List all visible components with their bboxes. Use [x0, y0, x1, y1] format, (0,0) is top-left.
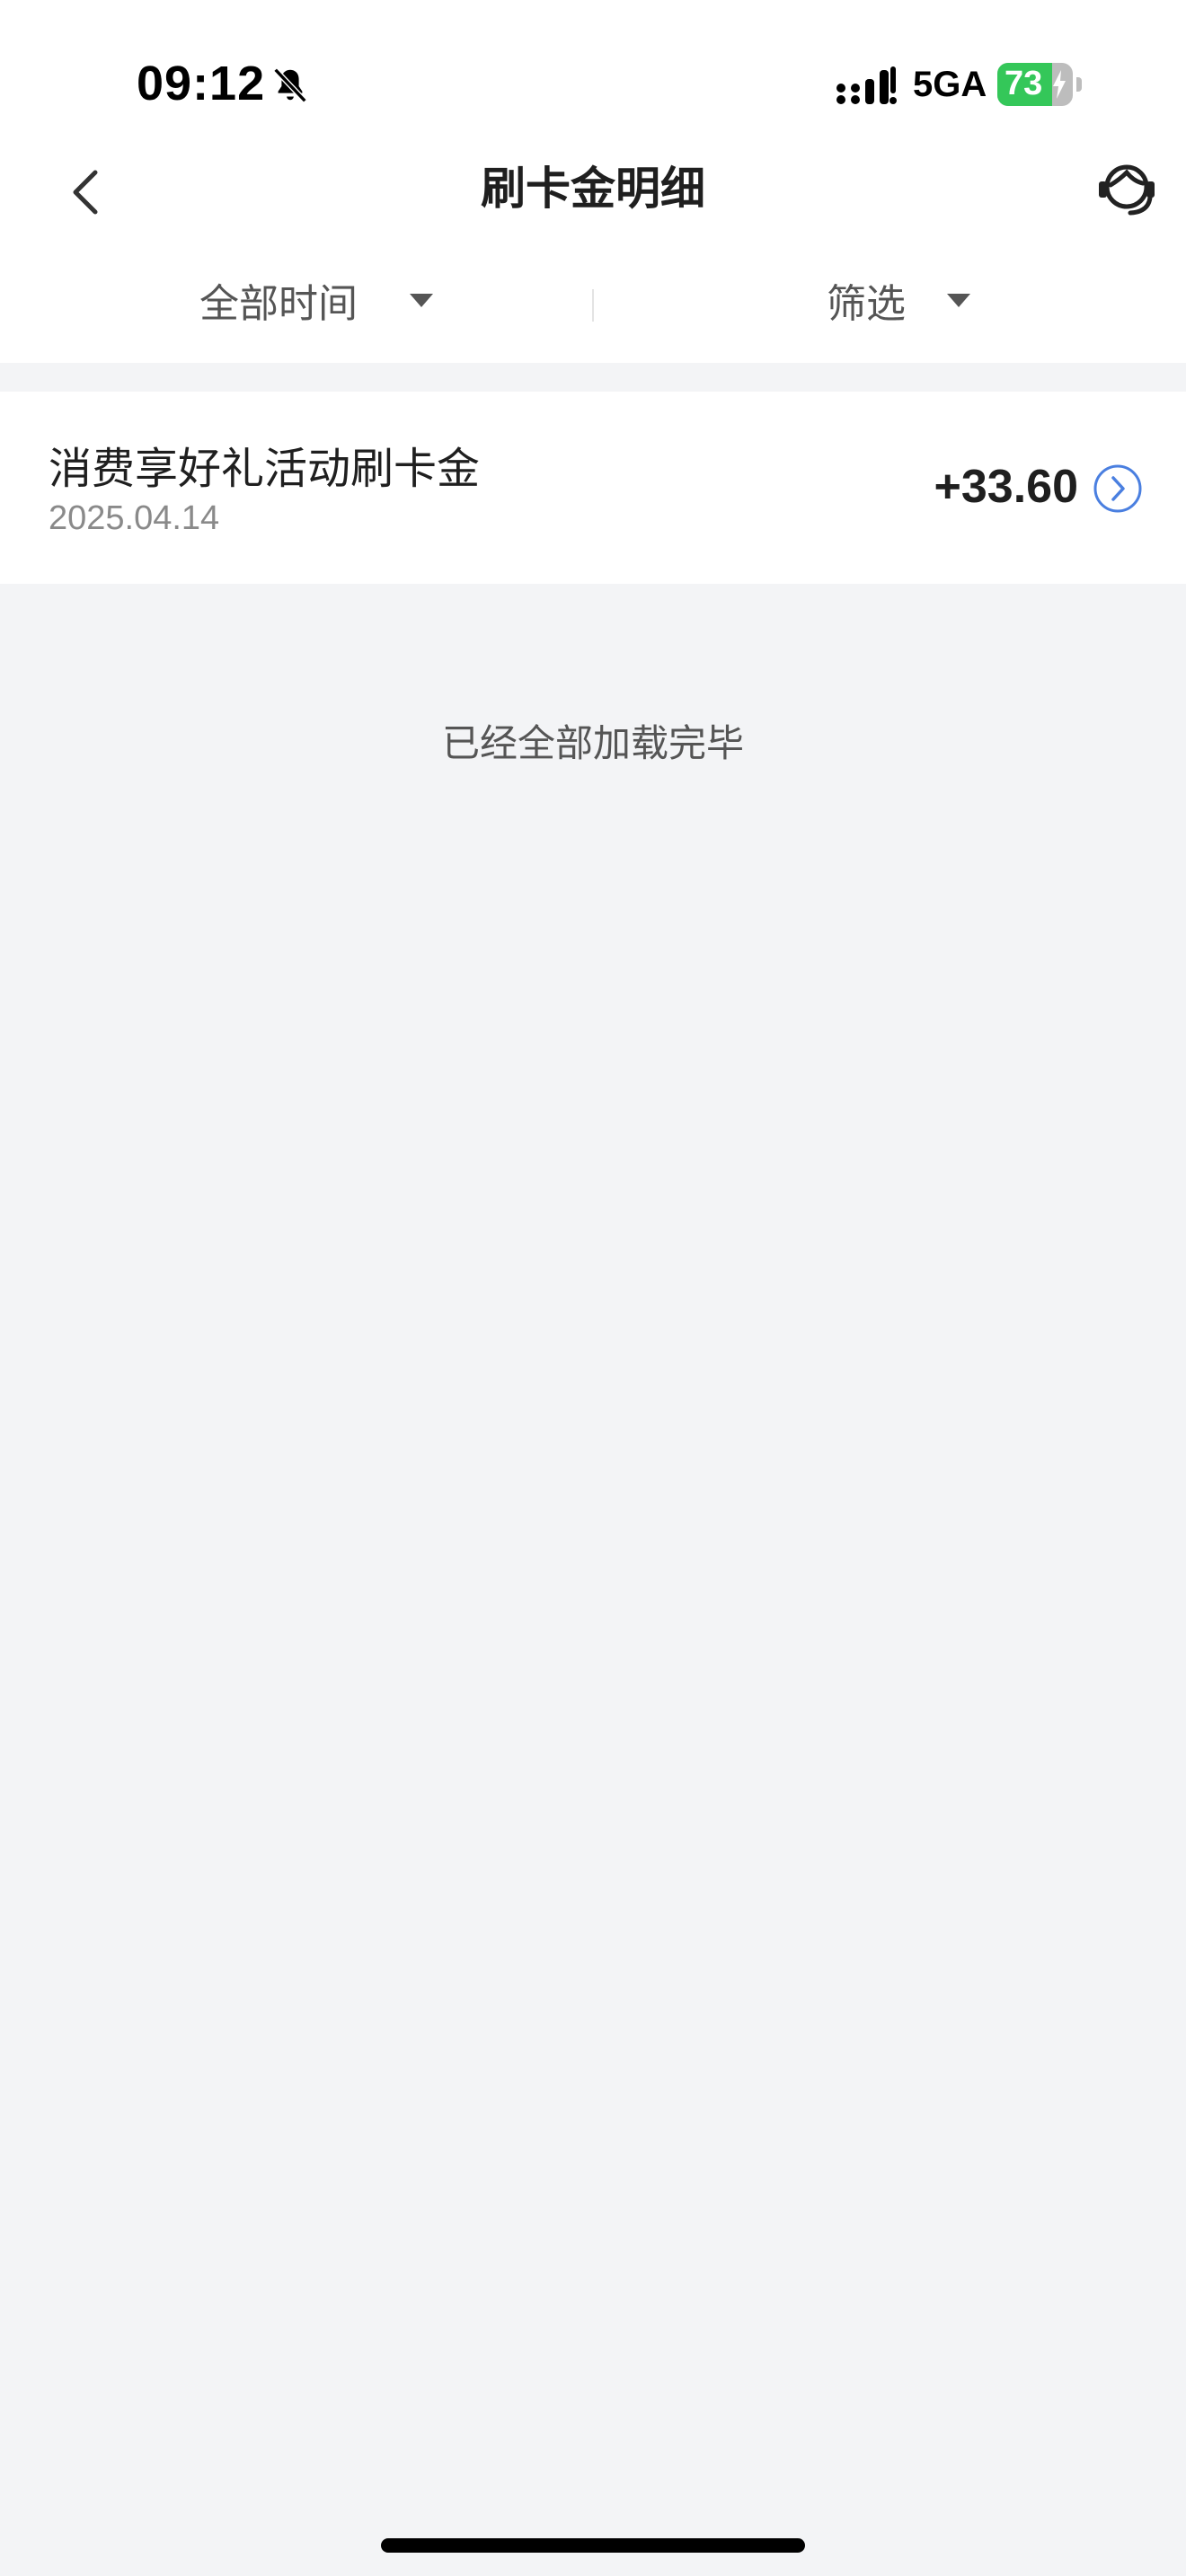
caret-down-icon — [947, 293, 970, 307]
chevron-right-circle-icon[interactable] — [1093, 463, 1143, 514]
battery-level: 73 — [1005, 65, 1043, 102]
record-date: 2025.04.14 — [49, 499, 220, 537]
network-label: 5GA — [913, 65, 987, 104]
filter-bar: 全部时间 筛选 — [0, 260, 1186, 347]
screen-filter-dropdown[interactable]: 筛选 — [827, 273, 970, 327]
page-title: 刷卡金明细 — [481, 163, 705, 215]
filter-divider — [592, 289, 594, 322]
record-amount: +33.60 — [934, 461, 1079, 513]
caret-down-icon — [410, 293, 433, 307]
charging-bolt-icon — [1053, 70, 1066, 99]
battery-cap — [1076, 77, 1082, 92]
bell-muted-icon — [273, 67, 307, 103]
battery-indicator: 73 — [997, 63, 1073, 106]
list-item[interactable]: 消费享好礼活动刷卡金 2025.04.14 +33.60 — [0, 392, 1186, 584]
status-bar: 09:12 5GA 73 — [0, 0, 1186, 144]
customer-service-icon[interactable] — [1091, 153, 1163, 225]
screen-filter-label: 筛选 — [827, 281, 906, 327]
nav-header: 刷卡金明细 — [0, 144, 1186, 255]
time-filter-label: 全部时间 — [199, 281, 358, 327]
time-filter-dropdown[interactable]: 全部时间 — [199, 273, 433, 327]
loaded-all-text: 已经全部加载完毕 — [441, 721, 744, 765]
status-time: 09:12 — [137, 57, 266, 110]
record-title: 消费享好礼活动刷卡金 — [49, 444, 481, 494]
signal-icon — [836, 66, 897, 104]
home-indicator[interactable] — [381, 2538, 805, 2553]
